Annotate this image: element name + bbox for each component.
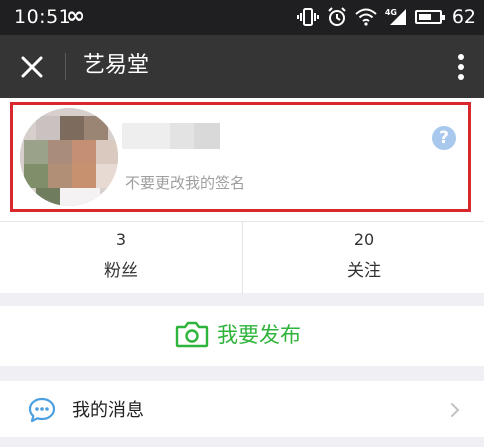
publish-label: 我要发布 xyxy=(217,323,301,347)
more-vertical-icon[interactable] xyxy=(456,49,466,85)
publish-content: 我要发布 xyxy=(175,319,301,349)
chevron-right-icon xyxy=(451,403,460,417)
help-icon[interactable]: ? xyxy=(432,126,456,150)
status-icons: 4G 62 xyxy=(296,5,476,29)
title-bar: 艺易堂 xyxy=(0,35,484,98)
avatar[interactable] xyxy=(20,108,118,206)
camera-icon xyxy=(175,321,209,348)
avatar-pixel xyxy=(36,188,60,206)
publish-button[interactable]: 我要发布 xyxy=(0,306,484,366)
following-count: 20 xyxy=(353,230,375,249)
avatar-pixel xyxy=(48,164,72,188)
battery-level-fill xyxy=(418,14,431,20)
avatar-pixel xyxy=(72,164,96,188)
redacted-block xyxy=(122,123,170,149)
signal-icon: 4G xyxy=(385,8,407,26)
page-title: 艺易堂 xyxy=(83,53,150,78)
close-icon[interactable] xyxy=(14,49,50,85)
infinity-icon: ∞ xyxy=(66,3,86,29)
avatar-pixel xyxy=(24,164,48,188)
title-divider xyxy=(65,53,66,80)
following-label: 关注 xyxy=(347,261,381,281)
avatar-pixel xyxy=(48,140,72,164)
battery-icon xyxy=(414,10,445,24)
avatar-pixel xyxy=(72,140,96,164)
avatar-pixel xyxy=(60,188,100,206)
avatar-pixel xyxy=(60,116,84,140)
avatar-pixel xyxy=(36,116,60,140)
signal-bars-icon xyxy=(389,9,406,25)
status-time: 10:51 xyxy=(14,6,72,28)
followers-label: 粉丝 xyxy=(104,261,138,281)
chat-bubble-icon xyxy=(28,397,56,423)
vibrate-icon xyxy=(296,8,319,26)
stats-row: 3 粉丝 20 关注 xyxy=(0,221,484,294)
alarm-icon xyxy=(328,7,346,26)
avatar-pixel xyxy=(24,140,48,164)
following-stat[interactable]: 20 关注 xyxy=(243,222,484,294)
avatar-pixel xyxy=(84,116,108,140)
messages-row[interactable]: 我的消息 xyxy=(0,381,484,437)
followers-count: 3 xyxy=(115,230,127,249)
followers-stat[interactable]: 3 粉丝 xyxy=(0,222,242,294)
profile-card[interactable]: 不要更改我的签名 ? xyxy=(0,98,484,221)
status-bar: 10:51 ∞ 4G 62 xyxy=(0,0,484,35)
redacted-block xyxy=(194,123,220,149)
avatar-pixel xyxy=(96,140,118,164)
avatar-pixel xyxy=(96,164,118,188)
battery-percent: 62 xyxy=(451,6,476,28)
wifi-icon xyxy=(355,8,377,26)
signature-text[interactable]: 不要更改我的签名 xyxy=(125,172,245,193)
messages-label: 我的消息 xyxy=(72,400,144,421)
